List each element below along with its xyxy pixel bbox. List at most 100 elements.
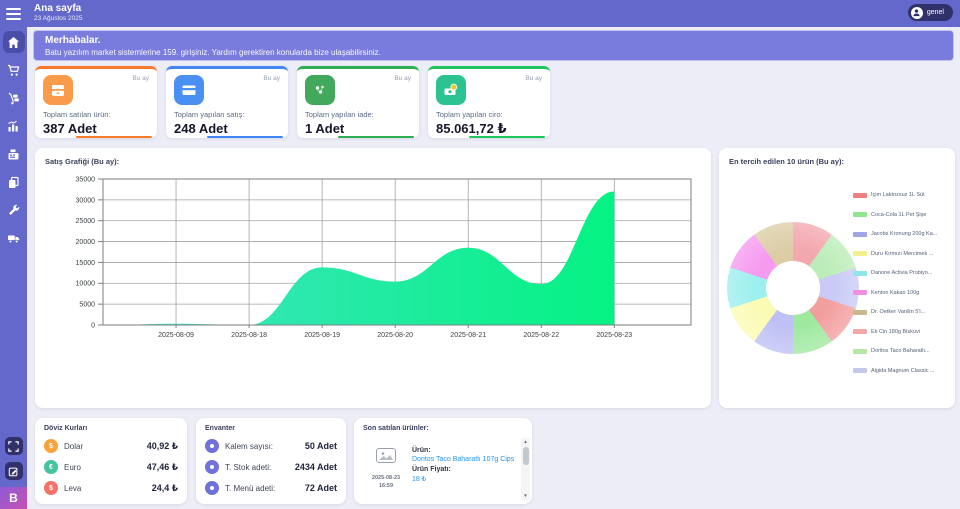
hamburger-menu-icon[interactable] (6, 8, 21, 20)
legend-swatch (853, 212, 867, 217)
svg-text:35000: 35000 (76, 176, 96, 183)
legend-swatch (853, 349, 867, 354)
scrollbar[interactable]: ▲ ▼ (521, 438, 530, 500)
welcome-greeting: Merhabalar. (45, 35, 942, 46)
svg-text:2025-08-23: 2025-08-23 (596, 332, 632, 339)
leva-icon: $ (44, 481, 58, 495)
inventory-value: 2434 Adet (295, 462, 337, 472)
accent-underline (338, 136, 414, 138)
currency-value: 24,4 ₺ (152, 483, 178, 494)
legend-item[interactable]: Dr. Oetker Vanilin 5'l... (853, 309, 947, 315)
last-sold-list[interactable]: 2025-08-23 16:59 Ürün: Doritos Taco Baha… (360, 440, 518, 499)
legend-item[interactable]: Coca-Cola 1L Pet Şişe (853, 212, 947, 218)
top-products-panel: En tercih edilen 10 ürün (Bu ay): İçim L… (719, 148, 955, 408)
svg-text:30000: 30000 (76, 197, 96, 204)
legend-item[interactable]: Eti Cin 180g Bisküvi (853, 329, 947, 335)
inventory-label: T. Menü adeti: (225, 484, 275, 493)
sidebar-item-handtruck[interactable] (3, 87, 25, 109)
currency-card-title: Döviz Kurları (44, 425, 178, 432)
currency-row-euro: € Euro 47,46 ₺ (44, 460, 178, 474)
inventory-label: T. Stok adeti: (225, 463, 271, 472)
inventory-row: T. Stok adeti: 2434 Adet (205, 460, 337, 474)
svg-text:2025-08-09: 2025-08-09 (158, 332, 194, 339)
euro-icon: € (44, 460, 58, 474)
legend-item[interactable]: Duru Kırmızı Mercimek ... (853, 251, 947, 257)
stat-value: 1 Adet (305, 121, 411, 136)
stat-card-returns[interactable]: Bu ay Toplam yapılan iade: 1 Adet (297, 66, 419, 138)
inventory-card-title: Envanter (205, 425, 337, 432)
fullscreen-button[interactable] (5, 437, 23, 455)
scroll-up-arrow[interactable]: ▲ (521, 438, 530, 446)
inventory-dot-icon (205, 439, 219, 453)
currency-row-leva: $ Leva 24,4 ₺ (44, 481, 178, 495)
sidebar-item-tools[interactable] (3, 199, 25, 221)
product-label: Ürün: (412, 447, 518, 454)
currency-rates-card: Döviz Kurları $ Dolar 40,92 ₺ € Euro 47,… (35, 418, 187, 504)
period-badge: Bu ay (263, 75, 280, 82)
stat-label: Toplam yapılan iade: (305, 110, 411, 119)
currency-row-dolar: $ Dolar 40,92 ₺ (44, 439, 178, 453)
scroll-down-arrow[interactable]: ▼ (521, 492, 530, 500)
dollar-icon: $ (44, 439, 58, 453)
sidebar-item-documents[interactable] (3, 171, 25, 193)
stat-label: Toplam yapılan satış: (174, 110, 280, 119)
user-menu-button[interactable]: genel (908, 4, 953, 21)
user-menu-label: genel (927, 9, 944, 16)
accent-underline (76, 136, 152, 138)
return-items-icon (305, 75, 335, 105)
welcome-banner: Merhabalar. Batu yazılım market sistemle… (33, 30, 954, 61)
last-sold-card: Son satılan ürünler: 2025-08-23 16:59 Ür… (354, 418, 532, 504)
package-icon (43, 75, 73, 105)
sidebar-item-cart[interactable] (3, 59, 25, 81)
donut-hole (766, 261, 820, 315)
sidebar-item-delivery[interactable] (3, 227, 25, 249)
stat-card-sales[interactable]: Bu ay Toplam yapılan satış: 248 Adet (166, 66, 288, 138)
legend-swatch (853, 329, 867, 334)
svg-text:2025-08-21: 2025-08-21 (450, 332, 486, 339)
legend-item[interactable]: Danone Activia Probiyo... (853, 270, 947, 276)
sidebar-item-reports[interactable] (3, 115, 25, 137)
inventory-dot-icon (205, 460, 219, 474)
page-title: Ana sayfa (34, 3, 81, 14)
app-logo[interactable]: B (0, 487, 27, 509)
product-price-link[interactable]: 18 ₺ (412, 475, 518, 483)
period-badge: Bu ay (525, 75, 542, 82)
legend-swatch (853, 193, 867, 198)
donut-legend: İçim Laktozsuz 1L Süt Coca-Cola 1L Pet Şi… (853, 192, 947, 387)
bar-chart-icon (7, 120, 20, 133)
legend-swatch (853, 232, 867, 237)
inventory-label: Kalem sayısı: (225, 442, 273, 451)
svg-text:20000: 20000 (76, 239, 96, 246)
sidebar: B (0, 0, 27, 509)
scrollbar-thumb[interactable] (523, 447, 529, 465)
sold-timestamp: 2025-08-23 16:59 (360, 474, 412, 491)
currency-label: Leva (64, 484, 81, 493)
sidebar-item-register[interactable] (3, 143, 25, 165)
stat-card-sold-products[interactable]: Bu ay Toplam satılan ürün: 387 Adet (35, 66, 157, 138)
legend-item[interactable]: İçim Laktozsuz 1L Süt (853, 192, 947, 198)
welcome-message: Batu yazılım market sistemlerine 159. gi… (45, 48, 942, 57)
price-label: Ürün Fiyatı: (412, 466, 518, 473)
edit-note-button[interactable] (5, 462, 23, 480)
stat-cards-row: Bu ay Toplam satılan ürün: 387 Adet Bu a… (35, 66, 550, 138)
credit-card-icon (174, 75, 204, 105)
stat-card-revenue[interactable]: Bu ay Toplam yapılan ciro: 85.061,72 ₺ (428, 66, 550, 138)
accent-underline (469, 136, 545, 138)
product-name-link[interactable]: Doritos Taco Baharatlı 107g Cips (412, 456, 518, 463)
legend-item[interactable]: Doritos Taco Baharatlı... (853, 348, 947, 354)
legend-label: Dr. Oetker Vanilin 5'l... (871, 309, 925, 315)
sidebar-item-home[interactable] (3, 31, 25, 53)
sales-area-chart[interactable]: 050001000015000200002500030000350002025-… (41, 174, 705, 344)
top-products-title: En tercih edilen 10 ürün (Bu ay): (719, 148, 955, 166)
currency-label: Euro (64, 463, 81, 472)
legend-label: Coca-Cola 1L Pet Şişe (871, 212, 926, 218)
legend-item[interactable]: Jacobs Kronung 200g Ka... (853, 231, 947, 237)
stat-label: Toplam yapılan ciro: (436, 110, 542, 119)
svg-text:2025-08-20: 2025-08-20 (377, 332, 413, 339)
currency-value: 40,92 ₺ (147, 441, 178, 452)
svg-text:0: 0 (91, 322, 95, 329)
legend-item[interactable]: Algida Magnum Classic ... (853, 368, 947, 374)
legend-label: Danone Activia Probiyo... (871, 270, 932, 276)
legend-item[interactable]: Kenton Kakao 100g (853, 290, 947, 296)
inventory-card: Envanter Kalem sayısı: 50 Adet T. Stok a… (196, 418, 346, 504)
